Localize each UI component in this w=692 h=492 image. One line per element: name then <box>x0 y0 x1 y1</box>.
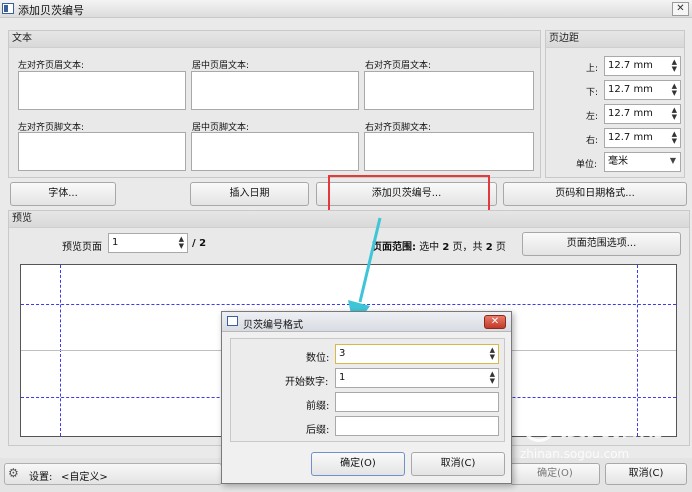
dialog-cancel-button[interactable]: 取消(C) <box>411 452 505 476</box>
digits-spinner[interactable]: 3 ▲ ▼ <box>335 344 499 364</box>
spinner-arrows-icon[interactable]: ▲ ▼ <box>490 371 495 385</box>
settings-combo[interactable]: ⚙ 设置: <自定义> <box>4 463 222 485</box>
margin-right-value: 12.7 mm <box>608 132 653 143</box>
prefix-label: 前缀: <box>306 401 330 412</box>
prefix-input[interactable] <box>335 392 499 412</box>
right-footer-input[interactable] <box>364 132 534 171</box>
page-range-text: 页面范围: 选中 2 页，共 2 页 <box>372 238 506 253</box>
chevron-down-icon: ▼ <box>669 156 676 165</box>
main-cancel-button[interactable]: 取消(C) <box>605 463 687 485</box>
preview-page-total: / 2 <box>192 238 207 249</box>
page-range-page2: 页 <box>495 242 506 253</box>
left-header-input[interactable] <box>18 71 186 110</box>
text-group-title: 文本 <box>9 31 540 48</box>
digits-value: 3 <box>339 348 346 359</box>
digits-label: 数位: <box>306 353 330 364</box>
margin-top-spinner[interactable]: 12.7 mm ▲ ▼ <box>604 56 681 76</box>
dialog-titlebar: 贝茨编号格式 ✕ <box>222 312 511 332</box>
margin-left-spinner[interactable]: 12.7 mm ▲ ▼ <box>604 104 681 124</box>
dialog-ok-button[interactable]: 确定(O) <box>311 452 405 476</box>
main-ok-button[interactable]: 确定(O) <box>510 463 600 485</box>
spinner-arrows-icon[interactable]: ▲ ▼ <box>672 107 677 121</box>
spinner-arrows-icon[interactable]: ▲ ▼ <box>672 131 677 145</box>
start-number-label: 开始数字: <box>285 377 329 388</box>
margin-left-label: 左: <box>586 112 599 122</box>
page-range-total: 2 <box>485 242 493 253</box>
bates-format-dialog: 贝茨编号格式 ✕ 数位: 3 ▲ ▼ 开始数字: 1 ▲ ▼ 前缀: 后缀: 确定(… <box>221 311 512 484</box>
suffix-label: 后缀: <box>306 425 330 436</box>
margin-bottom-value: 12.7 mm <box>608 84 653 95</box>
margin-bottom-spinner[interactable]: 12.7 mm ▲ ▼ <box>604 80 681 100</box>
watermark-url: zhinan.sogou.com <box>520 447 630 461</box>
left-footer-input[interactable] <box>18 132 186 171</box>
start-number-spinner[interactable]: 1 ▲ ▼ <box>335 368 499 388</box>
font-button[interactable]: 字体... <box>10 182 116 206</box>
right-header-input[interactable] <box>364 71 534 110</box>
window-titlebar: 添加贝茨编号 ✕ <box>0 0 692 18</box>
spinner-arrows-icon[interactable]: ▲ ▼ <box>179 236 184 250</box>
margin-group-title: 页边距 <box>546 31 684 48</box>
margin-top-label: 上: <box>586 64 599 74</box>
margin-right-label: 右: <box>586 136 599 146</box>
app-icon <box>2 3 14 14</box>
dialog-close-button[interactable]: ✕ <box>484 315 506 329</box>
unit-value: 毫米 <box>608 156 628 167</box>
margin-bottom-label: 下: <box>586 88 599 98</box>
dialog-app-icon <box>227 316 238 326</box>
window-close-button[interactable]: ✕ <box>672 2 689 16</box>
preview-page-label: 预览页面 <box>62 242 102 253</box>
right-header-label: 右对齐页眉文本: <box>365 61 432 71</box>
dialog-title: 贝茨编号格式 <box>243 320 303 331</box>
spinner-arrows-icon[interactable]: ▲ ▼ <box>672 83 677 97</box>
unit-label: 单位: <box>576 160 598 170</box>
preview-page-value: 1 <box>112 237 119 248</box>
left-header-label: 左对齐页眉文本: <box>18 61 85 71</box>
window-title: 添加贝茨编号 <box>18 4 84 17</box>
suffix-input[interactable] <box>335 416 499 436</box>
margin-left-value: 12.7 mm <box>608 108 653 119</box>
spinner-arrows-icon[interactable]: ▲ ▼ <box>672 59 677 73</box>
insert-date-button[interactable]: 插入日期 <box>190 182 309 206</box>
page-range-options-button[interactable]: 页面范围选项... <box>522 232 681 256</box>
page-range-page1: 页，共 <box>452 242 483 253</box>
watermark-brand: 搜狗指南 <box>560 412 665 442</box>
preview-page-spinner[interactable]: 1 ▲ ▼ <box>108 233 188 253</box>
spinner-arrows-icon[interactable]: ▲ ▼ <box>490 347 495 361</box>
margin-right-spinner[interactable]: 12.7 mm ▲ ▼ <box>604 128 681 148</box>
center-header-label: 居中页眉文本: <box>192 61 250 71</box>
page-date-format-button[interactable]: 页码和日期格式... <box>503 182 687 206</box>
gear-icon: ⚙ <box>8 466 19 480</box>
margin-top-value: 12.7 mm <box>608 60 653 71</box>
start-number-value: 1 <box>339 372 346 383</box>
settings-value: <自定义> <box>61 472 108 483</box>
settings-label: 设置: <box>29 472 53 483</box>
center-footer-input[interactable] <box>191 132 359 171</box>
sogou-logo-icon: S <box>522 408 556 442</box>
page-range-current: 2 <box>442 242 450 253</box>
center-header-input[interactable] <box>191 71 359 110</box>
page-range-selected: 选中 <box>419 242 440 253</box>
unit-select[interactable]: 毫米 ▼ <box>604 152 681 172</box>
